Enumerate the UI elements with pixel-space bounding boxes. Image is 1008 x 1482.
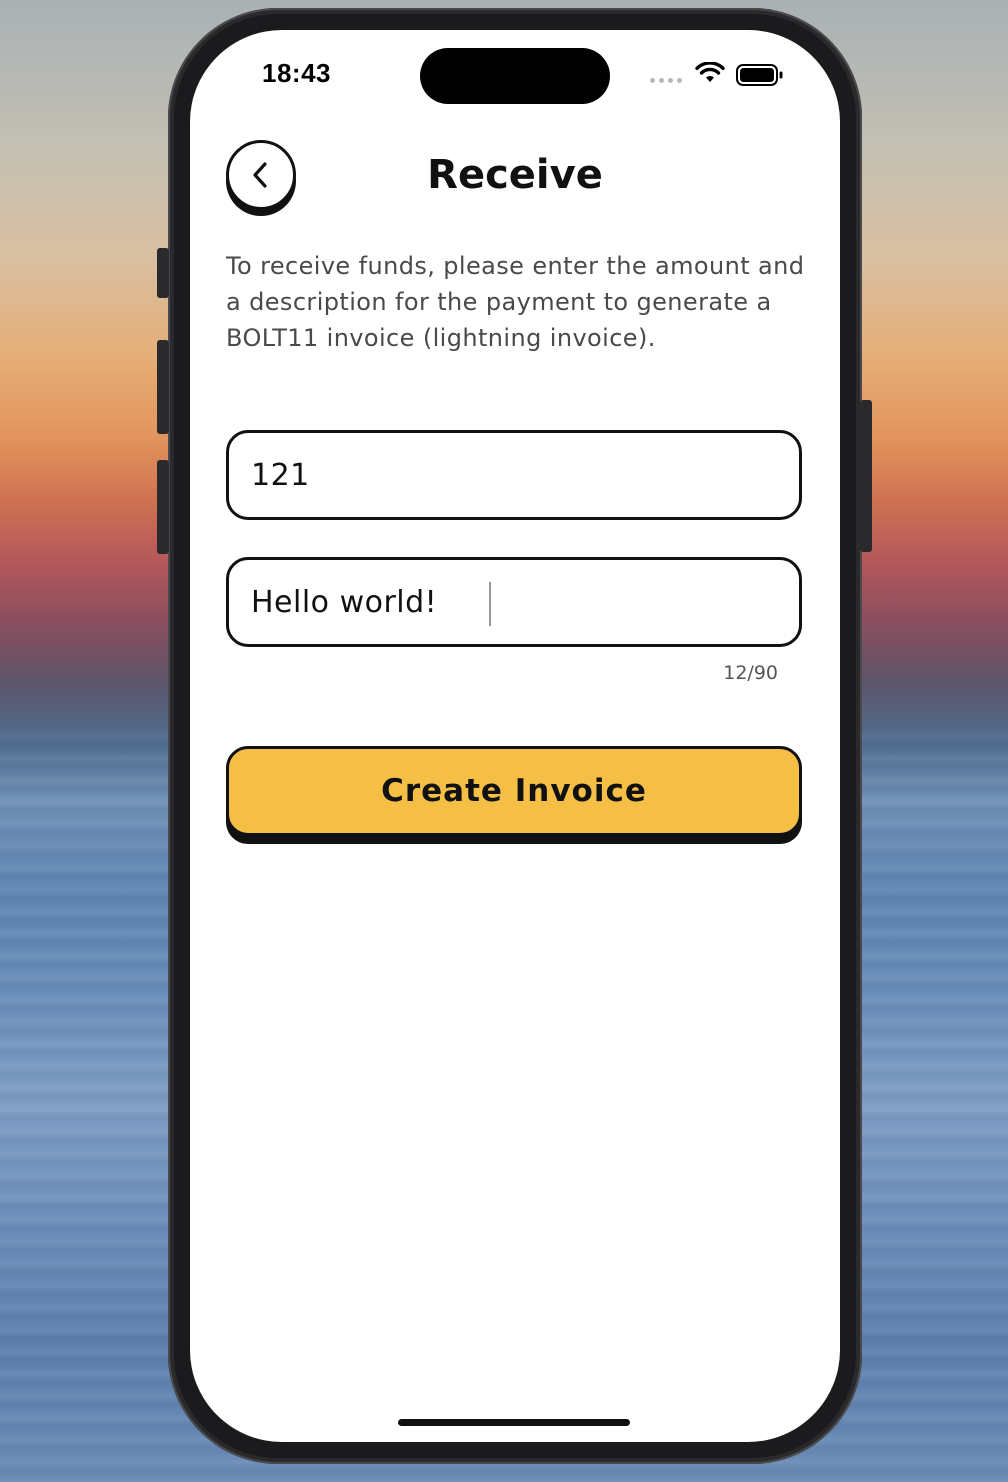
battery-icon <box>736 64 783 86</box>
page-title: Receive <box>427 152 603 198</box>
description-field[interactable] <box>226 557 802 647</box>
text-caret <box>489 582 491 626</box>
phone-power-button <box>860 400 872 552</box>
wifi-icon <box>695 62 725 82</box>
phone-mute-switch <box>157 248 169 298</box>
cellular-signal-icon <box>650 78 682 83</box>
phone-volume-down <box>157 460 169 554</box>
status-time: 18:43 <box>262 58 331 88</box>
create-invoice-label: Create Invoice <box>381 773 647 809</box>
home-indicator[interactable] <box>398 1419 630 1426</box>
app-screen: 18:43 Receive To receive funds, please e… <box>190 30 840 1442</box>
create-invoice-button[interactable]: Create Invoice <box>226 746 802 836</box>
instructions-text: To receive funds, please enter the amoun… <box>226 252 805 352</box>
status-bar: 18:43 <box>190 30 840 120</box>
description-input[interactable] <box>229 560 799 644</box>
dynamic-island <box>420 48 610 104</box>
amount-field[interactable] <box>226 430 802 520</box>
phone-volume-up <box>157 340 169 434</box>
character-counter: 12/90 <box>723 662 778 684</box>
amount-input[interactable] <box>229 433 799 517</box>
